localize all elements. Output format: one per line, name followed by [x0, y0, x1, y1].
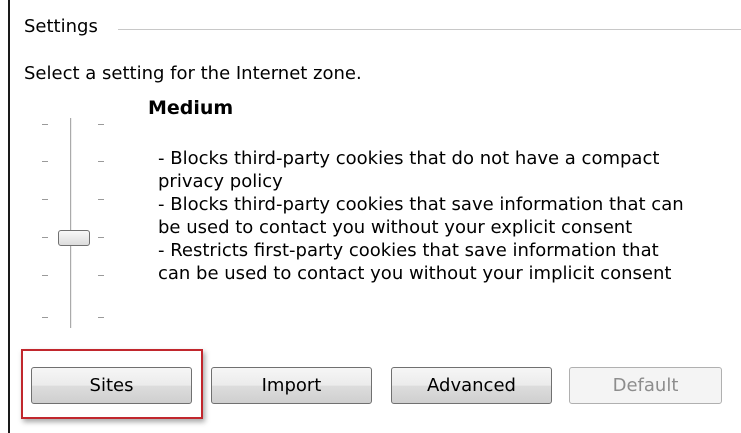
- description-line: be used to contact you without your expl…: [158, 217, 633, 238]
- slider-tick: [42, 124, 48, 125]
- slider-tick: [42, 161, 48, 162]
- sites-button-highlight: [21, 349, 203, 419]
- slider-tick: [42, 317, 48, 318]
- description-line: - Blocks third-party cookies that do not…: [158, 148, 660, 169]
- zone-prompt: Select a setting for the Internet zone.: [24, 63, 362, 84]
- slider-tick: [98, 275, 104, 276]
- import-button[interactable]: Import: [211, 367, 372, 404]
- privacy-level-slider[interactable]: [40, 118, 120, 333]
- window-left-border: [8, 0, 10, 433]
- privacy-level-name: Medium: [148, 97, 234, 119]
- slider-tick: [98, 124, 104, 125]
- slider-thumb[interactable]: [58, 230, 90, 246]
- advanced-button[interactable]: Advanced: [391, 367, 552, 404]
- slider-track[interactable]: [70, 118, 72, 328]
- slider-tick: [98, 237, 104, 238]
- slider-tick: [42, 275, 48, 276]
- description-line: - Restricts first-party cookies that sav…: [158, 240, 659, 261]
- description-line: privacy policy: [158, 171, 283, 192]
- description-line: can be used to contact you without your …: [158, 263, 672, 284]
- privacy-level-description: - Blocks third-party cookies that do not…: [158, 147, 718, 285]
- settings-groupbox-title: Settings: [24, 16, 108, 37]
- groupbox-divider: [118, 29, 741, 30]
- slider-tick: [98, 199, 104, 200]
- default-button: Default: [569, 367, 722, 404]
- description-line: - Blocks third-party cookies that save i…: [158, 194, 684, 215]
- slider-tick: [42, 237, 48, 238]
- slider-tick: [98, 317, 104, 318]
- slider-tick: [98, 161, 104, 162]
- slider-tick: [42, 199, 48, 200]
